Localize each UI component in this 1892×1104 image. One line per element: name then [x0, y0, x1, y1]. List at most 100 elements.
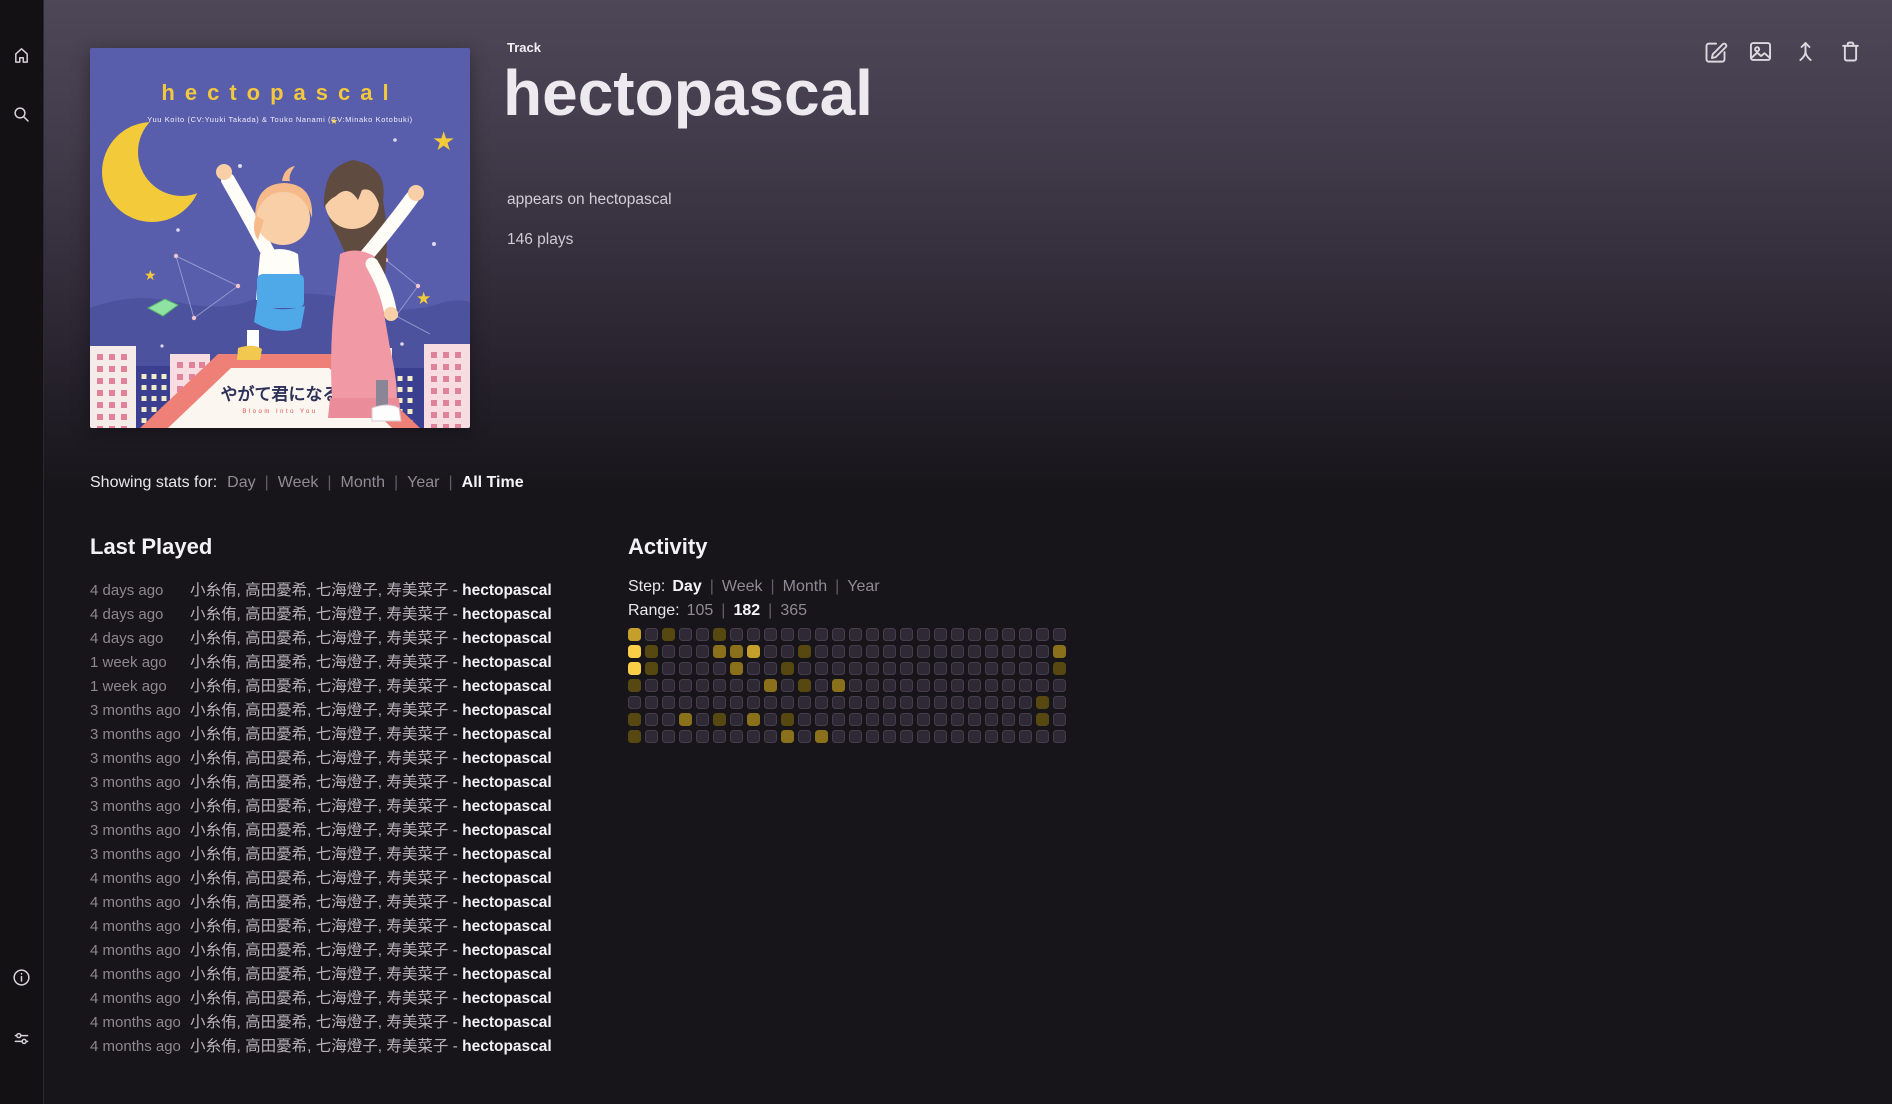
- history-track-link[interactable]: hectopascal: [462, 798, 552, 815]
- activity-cell[interactable]: [781, 679, 794, 692]
- activity-cell[interactable]: [662, 713, 675, 726]
- history-track-link[interactable]: hectopascal: [462, 870, 552, 887]
- activity-cell[interactable]: [798, 730, 811, 743]
- activity-cell[interactable]: [968, 645, 981, 658]
- activity-cell[interactable]: [917, 628, 930, 641]
- activity-cell[interactable]: [866, 628, 879, 641]
- activity-cell[interactable]: [934, 696, 947, 709]
- activity-cell[interactable]: [968, 679, 981, 692]
- activity-cell[interactable]: [1019, 662, 1032, 675]
- history-artists-link[interactable]: 小糸侑, 高田憂希, 七海燈子, 寿美菜子: [190, 822, 448, 839]
- history-track-link[interactable]: hectopascal: [462, 822, 552, 839]
- stats-option-week[interactable]: Week: [278, 474, 319, 491]
- activity-cell[interactable]: [900, 645, 913, 658]
- activity-cell[interactable]: [798, 628, 811, 641]
- activity-cell[interactable]: [951, 645, 964, 658]
- activity-cell[interactable]: [679, 713, 692, 726]
- activity-cell[interactable]: [883, 696, 896, 709]
- activity-cell[interactable]: [832, 730, 845, 743]
- activity-cell[interactable]: [900, 679, 913, 692]
- activity-cell[interactable]: [747, 713, 760, 726]
- activity-cell[interactable]: [934, 645, 947, 658]
- history-artists-link[interactable]: 小糸侑, 高田憂希, 七海燈子, 寿美菜子: [190, 846, 448, 863]
- activity-cell[interactable]: [883, 713, 896, 726]
- activity-cell[interactable]: [730, 679, 743, 692]
- activity-cell[interactable]: [985, 645, 998, 658]
- activity-cell[interactable]: [951, 713, 964, 726]
- history-track-link[interactable]: hectopascal: [462, 918, 552, 935]
- history-artists-link[interactable]: 小糸侑, 高田憂希, 七海燈子, 寿美菜子: [190, 654, 448, 671]
- activity-cell[interactable]: [849, 662, 862, 675]
- history-artists-link[interactable]: 小糸侑, 高田憂希, 七海燈子, 寿美菜子: [190, 894, 448, 911]
- step-option-year[interactable]: Year: [847, 578, 879, 595]
- history-track-link[interactable]: hectopascal: [462, 606, 552, 623]
- activity-cell[interactable]: [832, 645, 845, 658]
- history-track-link[interactable]: hectopascal: [462, 750, 552, 767]
- activity-cell[interactable]: [662, 679, 675, 692]
- activity-cell[interactable]: [1002, 628, 1015, 641]
- activity-cell[interactable]: [900, 696, 913, 709]
- stats-option-day[interactable]: Day: [227, 474, 255, 491]
- activity-cell[interactable]: [747, 696, 760, 709]
- activity-cell[interactable]: [713, 713, 726, 726]
- activity-cell[interactable]: [798, 645, 811, 658]
- activity-cell[interactable]: [764, 662, 777, 675]
- activity-cell[interactable]: [730, 730, 743, 743]
- history-track-link[interactable]: hectopascal: [462, 582, 552, 599]
- activity-cell[interactable]: [679, 645, 692, 658]
- history-track-link[interactable]: hectopascal: [462, 1038, 552, 1055]
- activity-cell[interactable]: [764, 645, 777, 658]
- activity-cell[interactable]: [934, 730, 947, 743]
- activity-cell[interactable]: [1019, 730, 1032, 743]
- history-artists-link[interactable]: 小糸侑, 高田憂希, 七海燈子, 寿美菜子: [190, 606, 448, 623]
- activity-cell[interactable]: [679, 628, 692, 641]
- activity-cell[interactable]: [730, 696, 743, 709]
- activity-cell[interactable]: [1036, 679, 1049, 692]
- activity-cell[interactable]: [985, 628, 998, 641]
- activity-cell[interactable]: [815, 679, 828, 692]
- history-artists-link[interactable]: 小糸侑, 高田憂希, 七海燈子, 寿美菜子: [190, 1014, 448, 1031]
- activity-cell[interactable]: [849, 713, 862, 726]
- range-option-182[interactable]: 182: [733, 602, 760, 619]
- activity-cell[interactable]: [645, 730, 658, 743]
- history-track-link[interactable]: hectopascal: [462, 726, 552, 743]
- activity-cell[interactable]: [900, 662, 913, 675]
- activity-cell[interactable]: [645, 662, 658, 675]
- home-icon[interactable]: [11, 45, 32, 66]
- activity-cell[interactable]: [1036, 662, 1049, 675]
- activity-cell[interactable]: [1036, 730, 1049, 743]
- activity-cell[interactable]: [747, 628, 760, 641]
- activity-cell[interactable]: [628, 645, 641, 658]
- activity-cell[interactable]: [1002, 730, 1015, 743]
- info-icon[interactable]: [11, 967, 32, 988]
- activity-cell[interactable]: [1053, 679, 1066, 692]
- appears-on-album-link[interactable]: hectopascal: [589, 191, 672, 208]
- history-track-link[interactable]: hectopascal: [462, 678, 552, 695]
- activity-cell[interactable]: [1036, 713, 1049, 726]
- stats-option-year[interactable]: Year: [407, 474, 439, 491]
- activity-cell[interactable]: [781, 645, 794, 658]
- activity-cell[interactable]: [917, 730, 930, 743]
- step-option-day[interactable]: Day: [672, 578, 701, 595]
- activity-cell[interactable]: [866, 645, 879, 658]
- activity-cell[interactable]: [968, 662, 981, 675]
- activity-cell[interactable]: [628, 662, 641, 675]
- activity-cell[interactable]: [628, 696, 641, 709]
- activity-cell[interactable]: [951, 662, 964, 675]
- activity-cell[interactable]: [713, 679, 726, 692]
- step-option-month[interactable]: Month: [783, 578, 827, 595]
- activity-cell[interactable]: [849, 730, 862, 743]
- activity-cell[interactable]: [764, 679, 777, 692]
- activity-cell[interactable]: [645, 645, 658, 658]
- activity-cell[interactable]: [849, 628, 862, 641]
- activity-cell[interactable]: [849, 679, 862, 692]
- activity-cell[interactable]: [883, 662, 896, 675]
- activity-cell[interactable]: [662, 696, 675, 709]
- activity-cell[interactable]: [645, 679, 658, 692]
- activity-cell[interactable]: [679, 730, 692, 743]
- history-artists-link[interactable]: 小糸侑, 高田憂希, 七海燈子, 寿美菜子: [190, 870, 448, 887]
- activity-cell[interactable]: [917, 679, 930, 692]
- activity-cell[interactable]: [696, 713, 709, 726]
- history-track-link[interactable]: hectopascal: [462, 846, 552, 863]
- activity-cell[interactable]: [900, 730, 913, 743]
